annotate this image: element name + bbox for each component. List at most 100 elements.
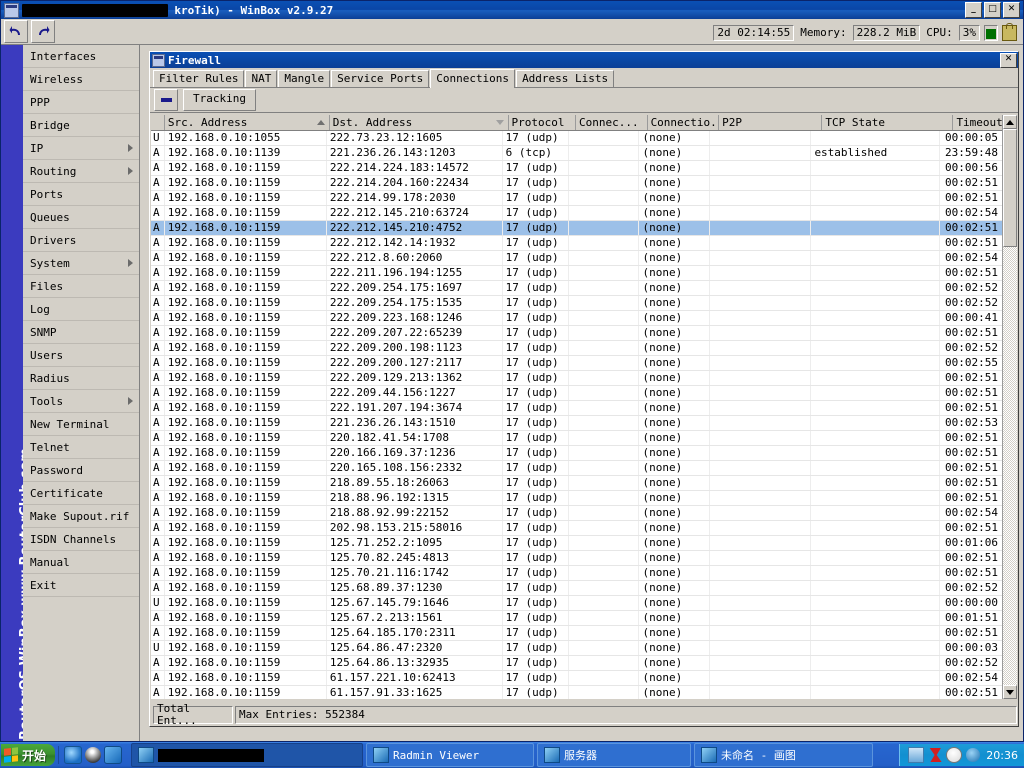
table-row[interactable]: A 192.168.0.10:1159 222.209.200.127:2117 17…: [151, 356, 1003, 371]
sidebar-item-users[interactable]: Users: [23, 344, 139, 367]
sidebar-item-interfaces[interactable]: Interfaces: [23, 45, 139, 68]
tab-filter-rules[interactable]: Filter Rules: [153, 70, 245, 87]
table-row[interactable]: A 192.168.0.10:1159 222.209.200.198:1123 17…: [151, 341, 1003, 356]
table-row[interactable]: A 192.168.0.10:1159 222.212.8.60:2060 17 (u…: [151, 251, 1003, 266]
table-row[interactable]: A 192.168.0.10:1159 222.211.196.194:1255 17…: [151, 266, 1003, 281]
column-header-cn2[interactable]: Connectio...: [647, 115, 720, 130]
table-row[interactable]: U 192.168.0.10:1159 125.67.145.79:1646 17 (…: [151, 596, 1003, 611]
table-row[interactable]: A 192.168.0.10:1159 222.212.142.14:1932 17 …: [151, 236, 1003, 251]
column-header-proto[interactable]: Protocol: [508, 115, 577, 130]
table-row[interactable]: A 192.168.0.10:1159 218.89.55.18:26063 17 (…: [151, 476, 1003, 491]
table-row[interactable]: A 192.168.0.10:1159 218.88.92.99:22152 17 (…: [151, 506, 1003, 521]
sidebar-item-bridge[interactable]: Bridge: [23, 114, 139, 137]
table-row[interactable]: A 192.168.0.10:1159 222.214.99.178:2030 17 …: [151, 191, 1003, 206]
table-row[interactable]: A 192.168.0.10:1139 221.236.26.143:1203 6 (…: [151, 146, 1003, 161]
sidebar-item-files[interactable]: Files: [23, 275, 139, 298]
sidebar-item-log[interactable]: Log: [23, 298, 139, 321]
table-row[interactable]: A 192.168.0.10:1159 221.236.26.143:1510 17 …: [151, 416, 1003, 431]
tab-connections[interactable]: Connections: [430, 69, 516, 88]
sidebar-item-exit[interactable]: Exit: [23, 574, 139, 597]
table-row[interactable]: A 192.168.0.10:1159 202.98.153.215:58016 17…: [151, 521, 1003, 536]
firewall-close-button[interactable]: ✕: [1000, 52, 1017, 68]
maximize-button[interactable]: □: [984, 2, 1001, 18]
table-row[interactable]: A 192.168.0.10:1159 222.212.145.210:4752 17…: [151, 221, 1003, 236]
table-row[interactable]: A 192.168.0.10:1159 222.214.224.183:14572 1…: [151, 161, 1003, 176]
sidebar-item-queues[interactable]: Queues: [23, 206, 139, 229]
redo-button[interactable]: [31, 20, 55, 43]
taskbar-button[interactable]: 服务器: [537, 743, 692, 767]
taskbar-clock[interactable]: 20:36: [984, 749, 1018, 762]
connections-vertical-scrollbar[interactable]: [1002, 115, 1017, 699]
table-row[interactable]: A 192.168.0.10:1159 125.70.21.116:1742 17 (…: [151, 566, 1003, 581]
taskbar-button[interactable]: 未命名 - 画图: [694, 743, 874, 767]
sidebar-item-new-terminal[interactable]: New Terminal: [23, 413, 139, 436]
column-header-flag[interactable]: [151, 115, 165, 130]
undo-button[interactable]: [4, 20, 28, 43]
shield-icon[interactable]: [966, 748, 981, 762]
table-row[interactable]: A 192.168.0.10:1159 222.209.254.175:1535 17…: [151, 296, 1003, 311]
table-row[interactable]: A 192.168.0.10:1159 61.157.91.33:1625 17 (u…: [151, 686, 1003, 699]
sidebar-item-certificate[interactable]: Certificate: [23, 482, 139, 505]
table-row[interactable]: A 192.168.0.10:1159 222.209.223.168:1246 17…: [151, 311, 1003, 326]
table-row[interactable]: A 192.168.0.10:1159 125.64.86.13:32935 17 (…: [151, 656, 1003, 671]
tab-mangle[interactable]: Mangle: [278, 70, 331, 87]
qq-icon[interactable]: [946, 747, 963, 763]
column-header-p2p[interactable]: P2P: [719, 115, 823, 130]
column-header-tcp[interactable]: TCP State: [822, 115, 954, 130]
tab-service-ports[interactable]: Service Ports: [331, 70, 430, 87]
table-row[interactable]: A 192.168.0.10:1159 125.67.2.213:1561 17 (u…: [151, 611, 1003, 626]
sidebar-item-make-supout-rif[interactable]: Make Supout.rif: [23, 505, 139, 528]
table-row[interactable]: A 192.168.0.10:1159 125.68.89.37:1230 17 (u…: [151, 581, 1003, 596]
table-row[interactable]: A 192.168.0.10:1159 220.165.108.156:2332 17…: [151, 461, 1003, 476]
close-button[interactable]: ✕: [1003, 2, 1020, 18]
sidebar-item-snmp[interactable]: SNMP: [23, 321, 139, 344]
remove-connection-button[interactable]: [154, 89, 178, 111]
sidebar-item-radius[interactable]: Radius: [23, 367, 139, 390]
sidebar-item-manual[interactable]: Manual: [23, 551, 139, 574]
tracking-button[interactable]: Tracking: [183, 89, 256, 111]
start-button[interactable]: 开始: [1, 744, 56, 766]
column-header-cn1[interactable]: Connec...: [576, 115, 648, 130]
scroll-up-button[interactable]: [1003, 115, 1017, 129]
internet-explorer-icon[interactable]: [64, 746, 83, 764]
table-row[interactable]: A 192.168.0.10:1159 220.182.41.54:1708 17 (…: [151, 431, 1003, 446]
table-row[interactable]: A 192.168.0.10:1159 222.209.254.175:1697 17…: [151, 281, 1003, 296]
table-row[interactable]: A 192.168.0.10:1159 218.88.96.192:1315 17 (…: [151, 491, 1003, 506]
table-row[interactable]: A 192.168.0.10:1159 61.157.221.10:62413 17 …: [151, 671, 1003, 686]
table-row[interactable]: A 192.168.0.10:1159 222.214.204.160:22434 1…: [151, 176, 1003, 191]
sidebar-item-wireless[interactable]: Wireless: [23, 68, 139, 91]
sidebar-item-isdn-channels[interactable]: ISDN Channels: [23, 528, 139, 551]
sidebar-item-ports[interactable]: Ports: [23, 183, 139, 206]
table-row[interactable]: U 192.168.0.10:1055 222.73.23.12:1605 17 (u…: [151, 131, 1003, 146]
scroll-down-button[interactable]: [1003, 685, 1017, 699]
tab-nat[interactable]: NAT: [245, 70, 278, 87]
table-row[interactable]: A 192.168.0.10:1159 222.209.129.213:1362 17…: [151, 371, 1003, 386]
qq-penguin-icon[interactable]: [85, 747, 102, 763]
table-row[interactable]: A 192.168.0.10:1159 222.209.207.22:65239 17…: [151, 326, 1003, 341]
table-row[interactable]: A 192.168.0.10:1159 222.191.207.194:3674 17…: [151, 401, 1003, 416]
taskbar-button[interactable]: Radmin Viewer: [366, 743, 535, 767]
table-row[interactable]: A 192.168.0.10:1159 125.70.82.245:4813 17 (…: [151, 551, 1003, 566]
kaspersky-icon[interactable]: [929, 748, 942, 762]
minimize-button[interactable]: _: [965, 2, 982, 18]
table-row[interactable]: U 192.168.0.10:1159 125.64.86.47:2320 17 (u…: [151, 641, 1003, 656]
sidebar-item-system[interactable]: System: [23, 252, 139, 275]
tab-address-lists[interactable]: Address Lists: [516, 70, 615, 87]
radmin-icon[interactable]: [104, 746, 123, 764]
sidebar-item-tools[interactable]: Tools: [23, 390, 139, 413]
sidebar-item-ppp[interactable]: PPP: [23, 91, 139, 114]
table-row[interactable]: A 192.168.0.10:1159 222.209.44.156:1227 17 …: [151, 386, 1003, 401]
taskbar-button[interactable]: ████████████████: [131, 743, 364, 767]
column-header-dst[interactable]: Dst. Address: [329, 115, 509, 130]
network-icon[interactable]: [908, 747, 925, 763]
scrollbar-track[interactable]: [1003, 129, 1017, 685]
sidebar-item-telnet[interactable]: Telnet: [23, 436, 139, 459]
table-row[interactable]: A 192.168.0.10:1159 125.64.185.170:2311 17 …: [151, 626, 1003, 641]
sidebar-item-ip[interactable]: IP: [23, 137, 139, 160]
scrollbar-thumb[interactable]: [1003, 129, 1017, 247]
sidebar-item-password[interactable]: Password: [23, 459, 139, 482]
sidebar-item-routing[interactable]: Routing: [23, 160, 139, 183]
table-row[interactable]: A 192.168.0.10:1159 222.212.145.210:63724 1…: [151, 206, 1003, 221]
table-row[interactable]: A 192.168.0.10:1159 220.166.169.37:1236 17 …: [151, 446, 1003, 461]
table-row[interactable]: A 192.168.0.10:1159 125.71.252.2:1095 17 (u…: [151, 536, 1003, 551]
